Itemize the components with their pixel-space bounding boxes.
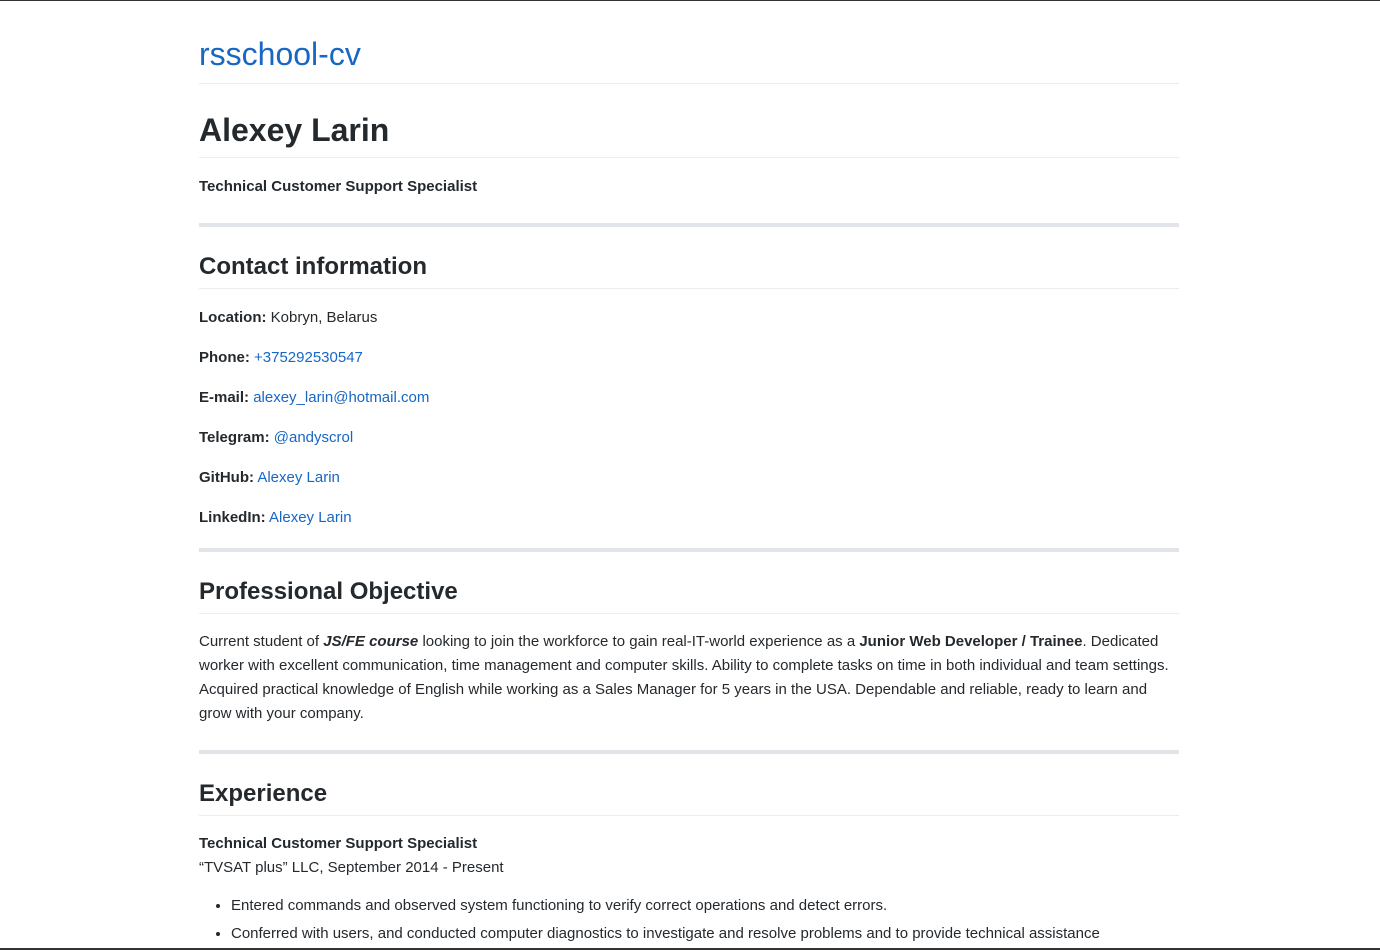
contact-location: Location: Kobryn, Belarus	[199, 308, 1179, 348]
contact-telegram: Telegram: @andyscrol	[199, 428, 1179, 468]
section-divider	[199, 548, 1179, 552]
telegram-link[interactable]: @andyscrol	[274, 429, 353, 446]
contact-section: Contact information Location: Kobryn, Be…	[199, 252, 1179, 548]
experience-section: Experience Technical Customer Support Sp…	[199, 779, 1179, 948]
phone-link[interactable]: +375292530547	[254, 349, 363, 366]
list-item: Entered commands and observed system fun…	[231, 892, 1179, 920]
contact-phone: Phone: +375292530547	[199, 348, 1179, 388]
list-item: Conferred with users, and conducted comp…	[231, 920, 1179, 948]
telegram-label: Telegram:	[199, 429, 270, 446]
linkedin-link[interactable]: Alexey Larin	[269, 509, 352, 526]
location-value: Kobryn, Belarus	[270, 309, 378, 326]
target-role: Junior Web Developer / Trainee	[859, 633, 1083, 650]
section-divider	[199, 223, 1179, 227]
page-title: Alexey Larin	[199, 84, 1179, 158]
objective-text-part: looking to join the workforce to gain re…	[418, 633, 860, 650]
objective-section: Professional Objective Current student o…	[199, 577, 1179, 726]
contact-heading: Contact information	[199, 252, 1179, 289]
objective-heading: Professional Objective	[199, 577, 1179, 614]
email-link[interactable]: alexey_larin@hotmail.com	[253, 389, 429, 406]
github-link[interactable]: Alexey Larin	[257, 469, 340, 486]
location-label: Location:	[199, 309, 267, 326]
email-label: E-mail:	[199, 389, 250, 406]
section-divider	[199, 750, 1179, 754]
objective-text-part: Current student of	[199, 633, 324, 650]
contact-email: E-mail: alexey_larin@hotmail.com	[199, 388, 1179, 428]
contact-linkedin: LinkedIn: Alexey Larin	[199, 508, 1179, 548]
linkedin-label: LinkedIn:	[199, 509, 266, 526]
job-title: Technical Customer Support Specialist	[199, 835, 478, 852]
phone-label: Phone:	[199, 349, 250, 366]
objective-text: Current student of JS/FE course looking …	[199, 630, 1179, 726]
page-content: rsschool-cv Alexey Larin Technical Custo…	[199, 1, 1179, 948]
contact-github: GitHub: Alexey Larin	[199, 468, 1179, 508]
job-company: “TVSAT plus” LLC, September 2014 - Prese…	[199, 859, 504, 876]
course-name-text: JS/FE course	[323, 633, 419, 650]
job-subtitle: Technical Customer Support Specialist	[199, 178, 478, 195]
course-name: JS/FE course	[323, 633, 418, 650]
duties-list: Entered commands and observed system fun…	[199, 892, 1179, 948]
experience-heading: Experience	[199, 779, 1179, 816]
site-title-link[interactable]: rsschool-cv	[199, 1, 1179, 84]
github-label: GitHub:	[199, 469, 254, 486]
contact-list: Location: Kobryn, Belarus Phone: +375292…	[199, 308, 1179, 548]
